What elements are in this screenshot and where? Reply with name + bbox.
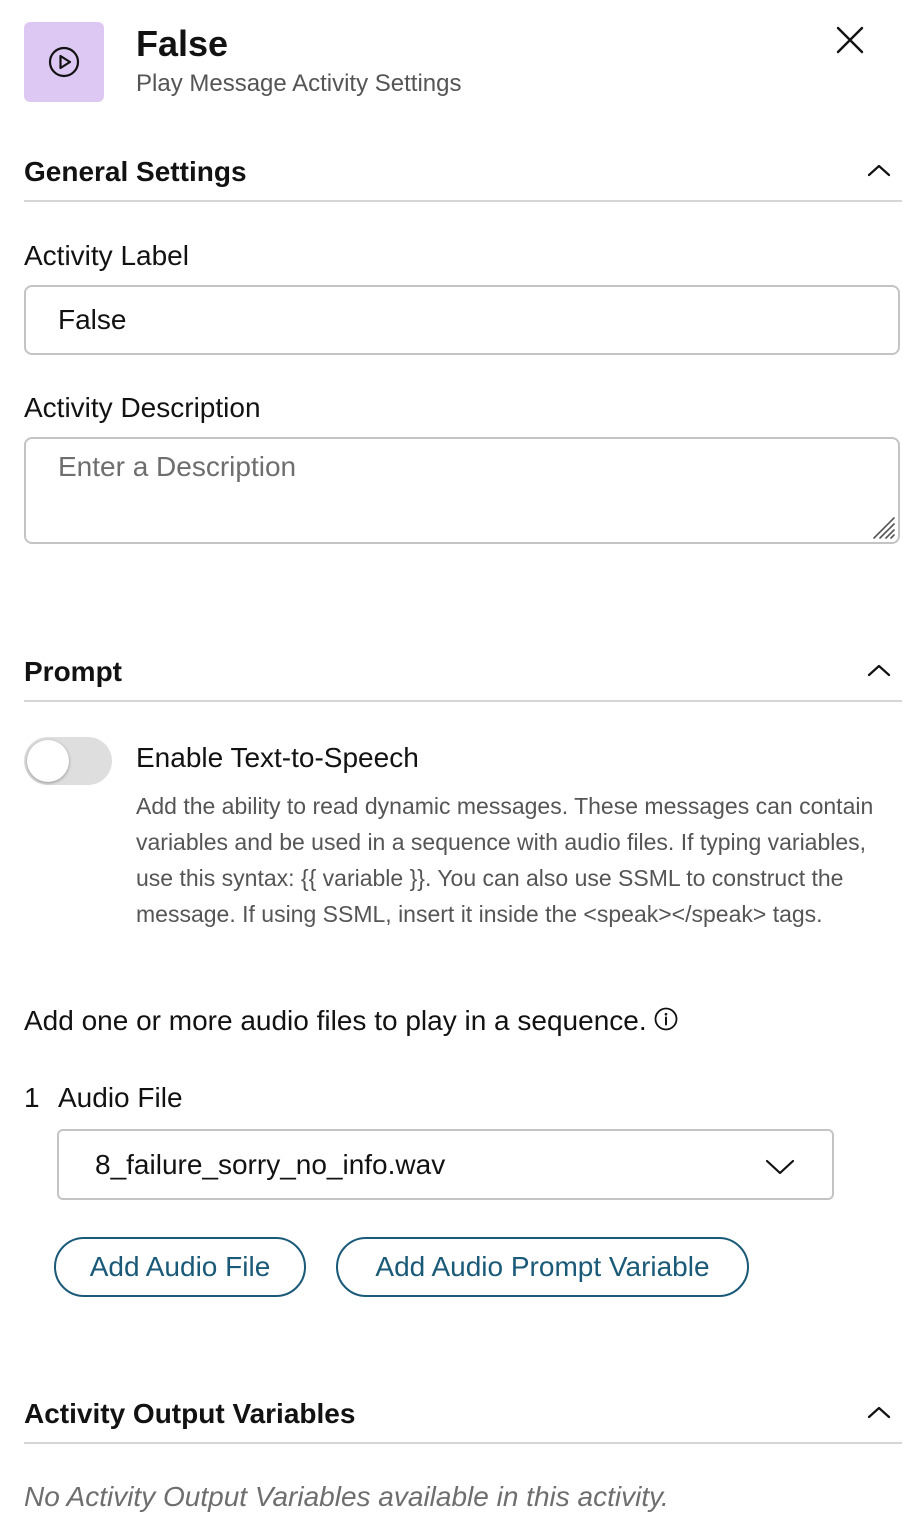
activity-label-input[interactable]: False (24, 285, 900, 355)
close-button[interactable] (830, 22, 870, 58)
activity-description-field[interactable]: Enter a Description (24, 437, 900, 544)
section-title: Prompt (24, 656, 122, 687)
chevron-down-icon (765, 1159, 795, 1175)
activity-label-value: False (58, 304, 127, 335)
close-icon (836, 26, 864, 54)
text-to-speech-description: Add the ability to read dynamic messages… (136, 793, 874, 927)
resize-handle-icon[interactable] (868, 512, 896, 540)
chevron-up-icon[interactable] (864, 1402, 894, 1422)
section-title: Activity Output Variables (24, 1398, 356, 1429)
info-icon[interactable] (653, 1006, 679, 1032)
text-to-speech-toggle[interactable] (24, 737, 112, 785)
add-audio-file-button[interactable]: Add Audio File (54, 1237, 306, 1297)
audio-file-label: Audio File (58, 1082, 183, 1113)
audio-sequence-intro: Add one or more audio files to play in a… (24, 1004, 679, 1038)
activity-icon-tile (24, 22, 104, 102)
audio-sequence-intro-text: Add one or more audio files to play in a… (24, 1005, 647, 1036)
audio-file-index: 1 (24, 1082, 40, 1113)
page-title: False (136, 23, 229, 64)
play-circle-icon (48, 46, 80, 78)
audio-file-select[interactable]: 8_failure_sorry_no_info.wav (57, 1129, 834, 1200)
output-variables-header[interactable]: Activity Output Variables (24, 1392, 902, 1444)
prompt-header[interactable]: Prompt (24, 650, 902, 702)
audio-file-selected-value: 8_failure_sorry_no_info.wav (95, 1149, 446, 1180)
chevron-up-icon[interactable] (864, 160, 894, 180)
activity-description-label: Activity Description (24, 392, 261, 423)
activity-label-label: Activity Label (24, 240, 189, 271)
section-title: General Settings (24, 156, 247, 187)
chevron-up-icon[interactable] (864, 660, 894, 680)
output-variables-empty-note: No Activity Output Variables available i… (24, 1481, 669, 1512)
page-subtitle: Play Message Activity Settings (136, 70, 462, 97)
toggle-knob (27, 740, 69, 782)
text-to-speech-label: Enable Text-to-Speech (136, 742, 419, 773)
activity-description-placeholder: Enter a Description (58, 451, 297, 482)
panel-header: False Play Message Activity Settings (24, 22, 894, 102)
add-audio-prompt-variable-button[interactable]: Add Audio Prompt Variable (336, 1237, 749, 1297)
general-settings-header[interactable]: General Settings (24, 150, 902, 202)
